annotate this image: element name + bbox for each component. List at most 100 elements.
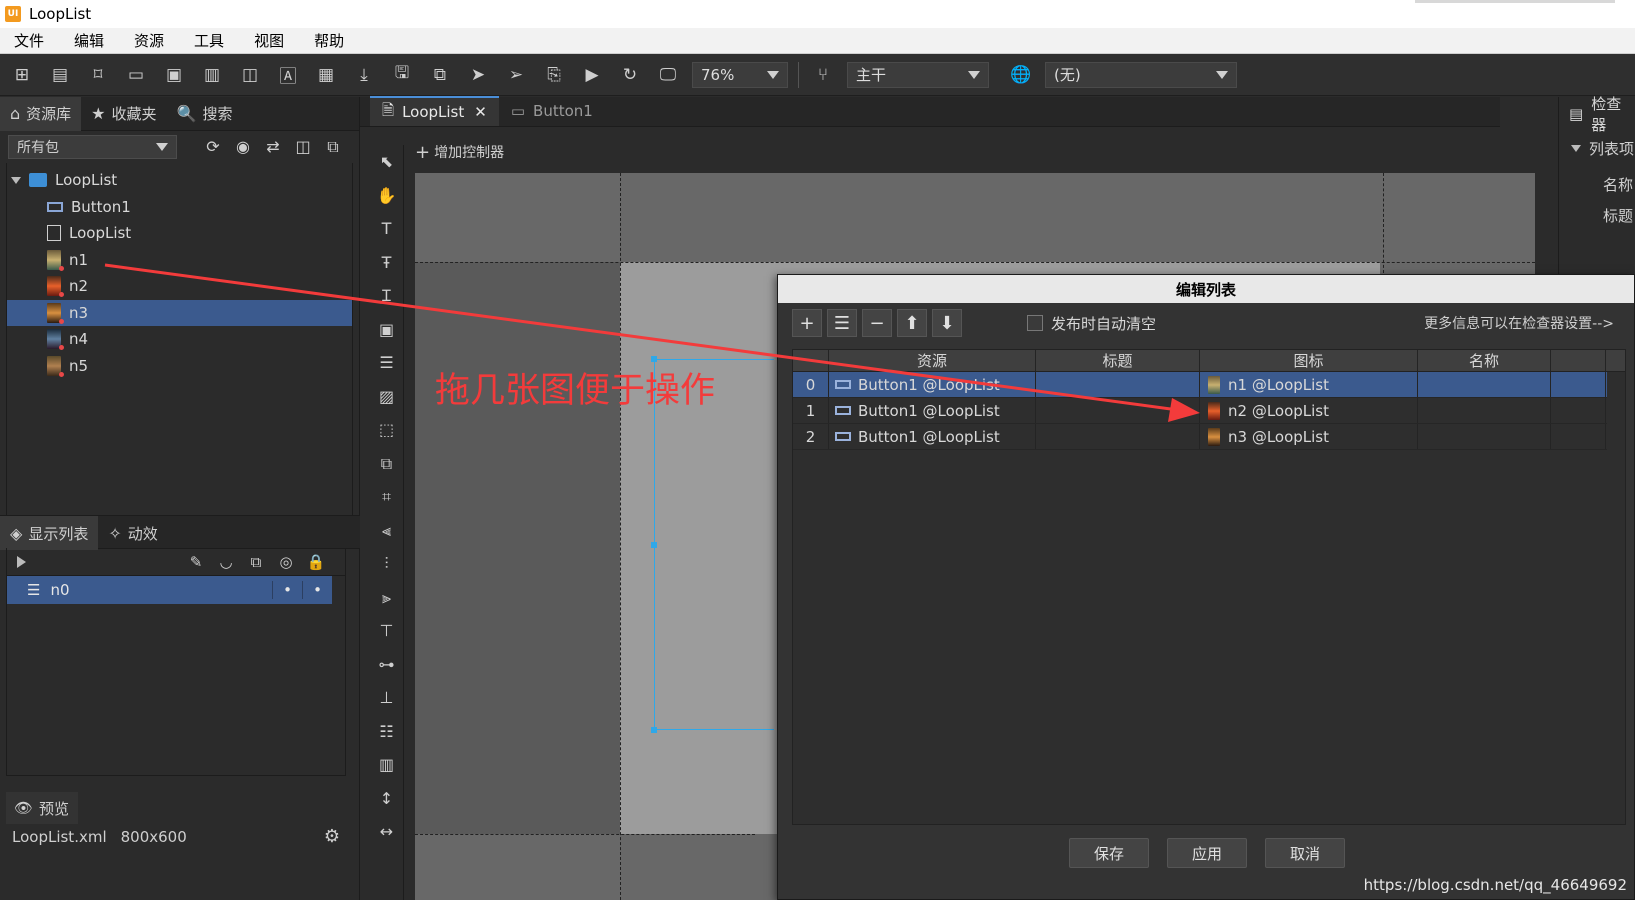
tree-item-n3[interactable]: n3 [7,299,352,326]
tree-item-n4[interactable]: n4 [7,326,352,353]
row-title[interactable] [1036,398,1200,423]
tab-transition[interactable]: ✧ 动效 [98,516,167,550]
new-combobox-icon[interactable]: ▣ [160,61,188,89]
row-icon[interactable]: n3 @LoopList [1200,424,1418,449]
tab-looplist[interactable]: 🗎 LoopList ✕ [370,96,499,126]
refresh-icon[interactable]: ↻ [616,61,644,89]
text-tool-icon[interactable]: T [370,212,403,246]
tree-item-n2[interactable]: n2 [7,273,352,300]
edit-icon[interactable]: ✎ [181,553,211,571]
publish-all-icon[interactable]: ➢ [502,61,530,89]
collapse-icon[interactable]: ⧉ [321,137,345,157]
row-title[interactable] [1036,372,1200,397]
table-row[interactable]: 2 Button1 @LoopList n3 @LoopList [793,424,1607,450]
branch-icon[interactable]: ⑂ [809,61,837,89]
move-down-button[interactable]: ⬇ [932,309,962,337]
loader3d-tool-icon[interactable]: ⬚ [370,413,403,447]
lock-toggle[interactable]: • [302,581,332,599]
insert-item-button[interactable]: ☰ [827,309,857,337]
zoom-select[interactable]: 76% [692,61,788,88]
tree-item-n1[interactable]: n1 [7,247,352,274]
move-up-button[interactable]: ⬆ [897,309,927,337]
rich-text-tool-icon[interactable]: Ŧ [370,246,403,280]
row-icon[interactable]: n1 @LoopList [1200,372,1418,397]
input-text-tool-icon[interactable]: Ɪ [370,279,403,313]
select-tool-icon[interactable]: ⬉ [370,145,403,179]
align-middle-icon[interactable]: ⊶ [370,648,403,682]
close-icon[interactable]: ✕ [474,103,487,121]
swap-icon[interactable]: ⇄ [261,137,285,157]
auto-clear-checkbox[interactable]: 发布时自动清空 [1027,313,1156,334]
tab-search[interactable]: 🔍 搜索 [167,97,243,131]
table-row[interactable]: 0 Button1 @LoopList n1 @LoopList [793,372,1607,398]
hide-icon[interactable]: ◡ [211,553,241,571]
publish-settings-icon[interactable]: ⎘ [540,61,568,89]
new-button-icon[interactable]: ▭ [122,61,150,89]
import-icon[interactable]: ⤓ [350,61,378,89]
row-icon[interactable]: n2 @LoopList [1200,398,1418,423]
display-list-item-n0[interactable]: ☰ n0 • • [7,576,332,604]
hand-tool-icon[interactable]: ✋ [370,179,403,213]
list-selection-box[interactable] [654,359,774,730]
new-font-icon[interactable]: 🄰 [274,61,302,89]
align-bottom-icon[interactable]: ⊥ [370,681,403,715]
split-view-icon[interactable]: ◫ [291,137,315,157]
save-button[interactable]: 保存 [1069,838,1149,868]
row-name[interactable] [1418,424,1551,449]
screen-icon[interactable]: 🖵 [654,61,682,89]
list-tool-icon[interactable]: ☰ [370,346,403,380]
table-row[interactable]: 1 Button1 @LoopList n2 @LoopList [793,398,1607,424]
globe-icon[interactable]: 🌐 [1007,61,1035,89]
menu-assets[interactable]: 资源 [134,30,164,51]
duplicate-icon[interactable]: ⧉ [241,553,271,571]
resize-handle[interactable] [651,542,657,548]
align-top-icon[interactable]: ⊤ [370,614,403,648]
image-tool-icon[interactable]: ▣ [370,313,403,347]
menu-edit[interactable]: 编辑 [74,30,104,51]
package-select[interactable]: 所有包 [8,135,177,159]
remove-item-button[interactable]: − [862,309,892,337]
same-width-icon[interactable]: ↔ [370,815,403,849]
menu-file[interactable]: 文件 [14,30,44,51]
row-resource[interactable]: Button1 @LoopList [829,372,1036,397]
row-title[interactable] [1036,424,1200,449]
tree-item-button1[interactable]: Button1 [7,194,352,221]
new-package-icon[interactable]: ⊞ [8,61,36,89]
align-center-icon[interactable]: ⫶ [370,547,403,581]
tab-favorites[interactable]: ★ 收藏夹 [81,97,166,131]
align-left-icon[interactable]: ⫷ [370,514,403,548]
cancel-button[interactable]: 取消 [1265,838,1345,868]
language-select[interactable]: (无) [1045,61,1237,88]
new-bookmark-icon[interactable]: ⌑ [84,61,112,89]
add-item-button[interactable]: + [792,309,822,337]
menu-view[interactable]: 视图 [254,30,284,51]
graph-tool-icon[interactable]: ⌗ [370,480,403,514]
new-component-icon[interactable]: ▤ [46,61,74,89]
locate-icon[interactable]: ◉ [231,137,255,157]
tab-button1[interactable]: ▭ Button1 [499,96,605,126]
new-progress-icon[interactable]: ▥ [198,61,226,89]
row-resource[interactable]: Button1 @LoopList [829,398,1036,423]
branch-select[interactable]: 主干 [847,61,989,88]
align-right-icon[interactable]: ⫸ [370,581,403,615]
save-icon[interactable]: 🖫 [388,61,416,89]
save-all-icon[interactable]: ⧉ [426,61,454,89]
group-tool-icon[interactable]: ⧉ [370,447,403,481]
row-name[interactable] [1418,372,1551,397]
play-icon[interactable]: ▶ [578,61,606,89]
tab-preview[interactable]: 👁 预览 [6,792,78,824]
row-name[interactable] [1418,398,1551,423]
tab-display-list[interactable]: ◈ 显示列表 [0,516,99,550]
menu-tools[interactable]: 工具 [194,30,224,51]
distribute-v-icon[interactable]: ☷ [370,715,403,749]
checkbox-box[interactable] [1027,315,1043,331]
new-slider-icon[interactable]: ◫ [236,61,264,89]
refresh-icon[interactable]: ⟳ [201,137,225,157]
distribute-h-icon[interactable]: ▥ [370,748,403,782]
expand-all-icon[interactable] [17,555,26,568]
loader-tool-icon[interactable]: ▨ [370,380,403,414]
expand-icon[interactable] [11,176,21,184]
menu-help[interactable]: 帮助 [314,30,344,51]
row-resource[interactable]: Button1 @LoopList [829,424,1036,449]
apply-button[interactable]: 应用 [1167,838,1247,868]
